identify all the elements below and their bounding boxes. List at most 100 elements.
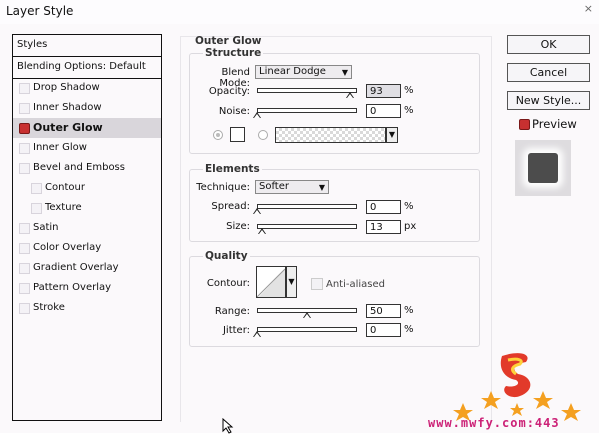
glow-color-swatch[interactable]	[230, 127, 245, 142]
size-label: Size:	[226, 221, 250, 232]
opacity-slider-thumb[interactable]	[346, 92, 354, 100]
blend-mode-value: Linear Dodge	[259, 66, 326, 77]
style-checkbox[interactable]	[31, 183, 42, 194]
contour-label: Contour:	[206, 278, 250, 289]
jitter-unit: %	[404, 324, 414, 335]
style-item-contour[interactable]: Contour	[13, 178, 161, 198]
spread-slider[interactable]	[257, 204, 357, 209]
jitter-label: Jitter:	[222, 325, 250, 336]
style-checkbox[interactable]	[19, 163, 30, 174]
chevron-down-icon: ▼	[341, 68, 348, 77]
style-item-label: Pattern Overlay	[33, 282, 112, 293]
range-field[interactable]: 50	[366, 304, 401, 318]
blending-options-item[interactable]: Blending Options: Default	[13, 57, 161, 79]
technique-select[interactable]: Softer ▼	[255, 180, 329, 194]
anti-aliased-label: Anti-aliased	[326, 279, 386, 290]
style-item-label: Drop Shadow	[33, 82, 100, 93]
style-checkbox[interactable]	[19, 103, 30, 114]
new-style-button[interactable]: New Style...	[507, 91, 590, 110]
preview-checkbox[interactable]	[519, 119, 530, 130]
style-item-gradient-overlay[interactable]: Gradient Overlay	[13, 258, 161, 278]
preview-label: Preview	[532, 117, 577, 131]
quality-title: Quality	[203, 250, 250, 262]
jitter-slider-thumb[interactable]	[253, 331, 261, 339]
style-item-texture[interactable]: Texture	[13, 198, 161, 218]
blending-options-label: Blending Options: Default	[17, 61, 146, 72]
style-item-label: Bevel and Emboss	[33, 162, 125, 173]
style-item-satin[interactable]: Satin	[13, 218, 161, 238]
style-item-color-overlay[interactable]: Color Overlay	[13, 238, 161, 258]
contour-picker[interactable]	[256, 266, 286, 298]
style-item-label: Stroke	[33, 302, 65, 313]
chevron-down-icon: ▼	[318, 183, 325, 192]
styles-header-label: Styles	[17, 39, 48, 50]
noise-unit: %	[404, 105, 414, 116]
style-item-label: Color Overlay	[33, 242, 102, 253]
gradient-radio[interactable]	[258, 130, 268, 140]
cancel-button[interactable]: Cancel	[507, 63, 590, 82]
blend-mode-select[interactable]: Linear Dodge ▼	[255, 65, 352, 79]
watermark-text: www.mwfy.com:443	[428, 416, 560, 430]
styles-header[interactable]: Styles	[13, 35, 161, 57]
jitter-slider[interactable]	[257, 327, 357, 332]
ok-button[interactable]: OK	[507, 35, 590, 54]
style-checkbox[interactable]	[19, 263, 30, 274]
elements-title: Elements	[203, 163, 262, 175]
style-item-stroke[interactable]: Stroke	[13, 298, 161, 318]
opacity-field[interactable]: 93	[366, 84, 401, 98]
style-item-outer-glow[interactable]: Outer Glow	[13, 118, 161, 138]
gradient-picker[interactable]	[275, 127, 386, 143]
style-item-label: Inner Shadow	[33, 102, 102, 113]
spread-unit: %	[404, 201, 414, 212]
style-checkbox[interactable]	[19, 243, 30, 254]
noise-field[interactable]: 0	[366, 104, 401, 118]
range-slider-thumb[interactable]	[303, 312, 311, 320]
styles-list: Styles Blending Options: Default Drop Sh…	[12, 34, 162, 421]
style-item-drop-shadow[interactable]: Drop Shadow	[13, 78, 161, 98]
structure-title: Structure	[203, 47, 264, 59]
opacity-unit: %	[404, 85, 414, 96]
style-item-label: Gradient Overlay	[33, 262, 119, 273]
style-item-bevel-and-emboss[interactable]: Bevel and Emboss	[13, 158, 161, 178]
style-item-label: Satin	[33, 222, 59, 233]
style-item-inner-shadow[interactable]: Inner Shadow	[13, 98, 161, 118]
noise-slider[interactable]	[257, 108, 357, 113]
contour-dropdown-icon[interactable]: ▼	[286, 266, 297, 298]
anti-aliased-checkbox[interactable]	[311, 278, 323, 290]
title-bar: Layer Style ×	[0, 0, 599, 24]
range-unit: %	[404, 305, 414, 316]
style-checkbox[interactable]	[19, 123, 30, 134]
style-checkbox[interactable]	[19, 143, 30, 154]
size-unit: px	[404, 221, 417, 232]
gradient-dropdown-icon[interactable]: ▼	[386, 127, 398, 143]
size-field[interactable]: 13	[366, 220, 401, 234]
jitter-field[interactable]: 0	[366, 323, 401, 337]
close-icon[interactable]: ×	[584, 2, 593, 15]
preview-swatch	[528, 153, 558, 183]
spread-slider-thumb[interactable]	[253, 208, 261, 216]
size-slider[interactable]	[257, 224, 357, 229]
opacity-slider[interactable]	[257, 88, 357, 93]
size-slider-thumb[interactable]	[258, 228, 267, 236]
style-item-pattern-overlay[interactable]: Pattern Overlay	[13, 278, 161, 298]
style-checkbox[interactable]	[19, 303, 30, 314]
style-checkbox[interactable]	[19, 223, 30, 234]
technique-label: Technique:	[196, 182, 250, 193]
mouse-cursor-icon	[222, 418, 234, 434]
spread-field[interactable]: 0	[366, 200, 401, 214]
spread-label: Spread:	[211, 201, 250, 212]
solid-color-radio[interactable]	[213, 130, 223, 140]
technique-value: Softer	[259, 181, 289, 192]
style-item-label: Texture	[45, 202, 82, 213]
noise-label: Noise:	[218, 106, 250, 117]
preview-thumbnail	[515, 140, 571, 196]
noise-slider-thumb[interactable]	[253, 112, 261, 120]
style-item-label: Contour	[45, 182, 85, 193]
style-item-inner-glow[interactable]: Inner Glow	[13, 138, 161, 158]
opacity-label: Opacity:	[208, 86, 250, 97]
outer-glow-title: Outer Glow	[195, 35, 262, 47]
style-checkbox[interactable]	[19, 283, 30, 294]
style-checkbox[interactable]	[31, 203, 42, 214]
style-checkbox[interactable]	[19, 83, 30, 94]
style-item-label: Outer Glow	[33, 121, 103, 134]
